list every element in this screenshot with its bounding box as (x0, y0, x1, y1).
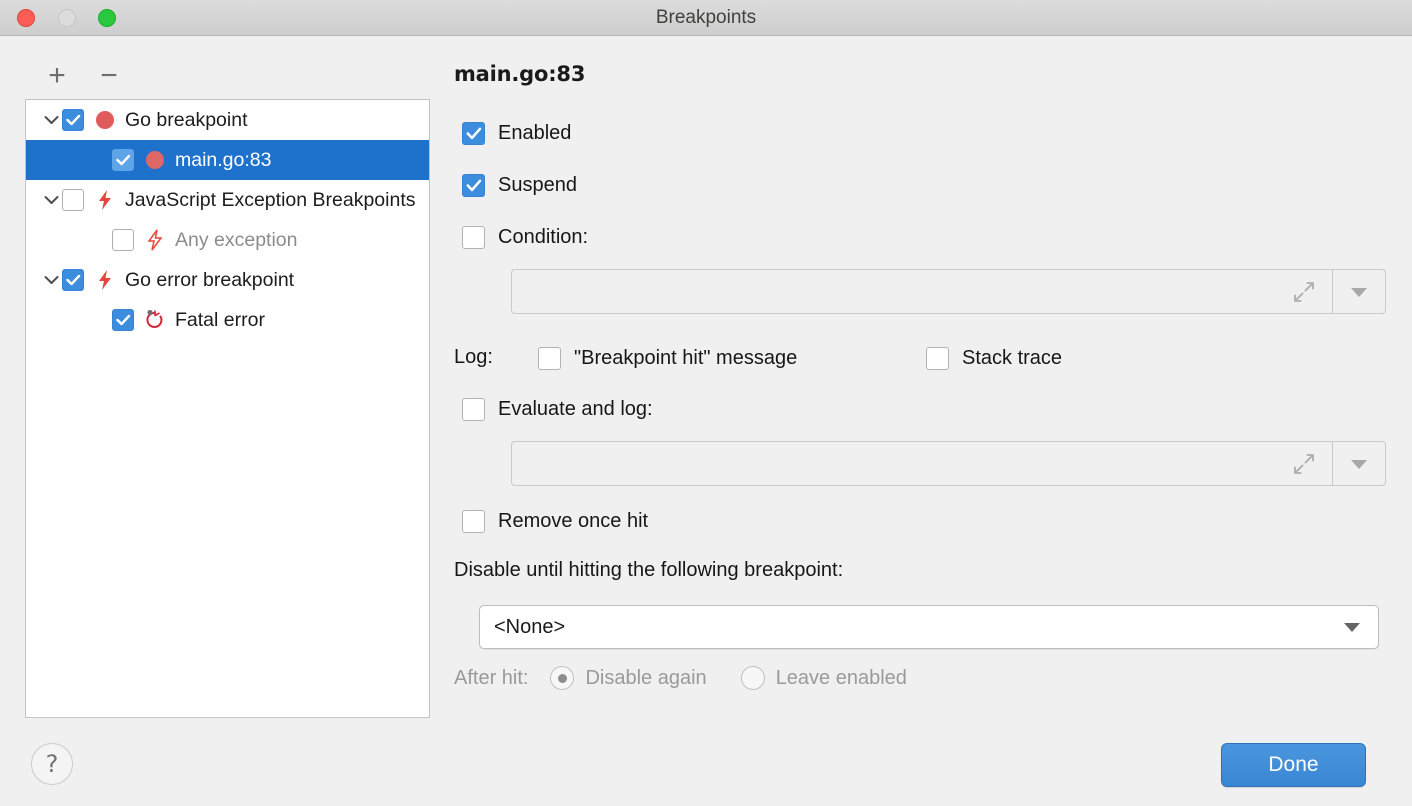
log-message-label: "Breakpoint hit" message (574, 347, 798, 369)
evaluate-field-group[interactable] (511, 441, 1386, 486)
question-mark-icon: ? (45, 750, 59, 778)
stack-trace-checkbox[interactable] (926, 347, 949, 370)
chevron-down-icon[interactable] (40, 115, 62, 125)
tree-item-checkbox[interactable] (112, 309, 134, 331)
evaluate-and-log-label: Evaluate and log: (498, 398, 653, 420)
tree-item-checkbox[interactable] (112, 229, 134, 251)
window-titlebar: Breakpoints (0, 0, 1412, 36)
tree-item-checkbox[interactable] (62, 189, 84, 211)
chevron-down-icon[interactable] (40, 195, 62, 205)
evaluate-and-log-input[interactable] (511, 441, 1276, 486)
minus-icon: − (100, 59, 118, 92)
after-hit-label: After hit: (454, 666, 529, 689)
chevron-down-icon (1351, 459, 1367, 469)
condition-field-group[interactable] (511, 269, 1386, 314)
evaluate-dropdown-button[interactable] (1332, 441, 1386, 486)
after-hit-row: After hit: Disable again Leave enabled (454, 666, 941, 690)
tree-row[interactable]: main.go:83 (26, 140, 429, 180)
radio-button[interactable] (550, 666, 575, 690)
disable-until-label: Disable until hitting the following brea… (454, 559, 844, 581)
restart-error-icon (142, 309, 168, 331)
enabled-checkbox-row[interactable]: Enabled (462, 122, 571, 145)
suspend-label: Suspend (498, 174, 577, 196)
radio-disable-again[interactable]: Disable again (550, 666, 707, 690)
window-title: Breakpoints (655, 7, 757, 28)
stack-trace-checkbox-row[interactable]: Stack trace (926, 347, 1062, 370)
enabled-checkbox[interactable] (462, 122, 485, 145)
tree-row[interactable]: Go error breakpoint (26, 260, 429, 300)
done-button[interactable]: Done (1221, 743, 1366, 787)
expand-diagonal-icon[interactable] (1276, 269, 1332, 314)
log-message-checkbox-row[interactable]: "Breakpoint hit" message (538, 347, 797, 370)
tree-item-checkbox[interactable] (62, 109, 84, 131)
red-dot-icon (92, 111, 118, 129)
radio-leave-enabled[interactable]: Leave enabled (740, 666, 907, 690)
tree-item-label: Go error breakpoint (125, 268, 295, 291)
suspend-checkbox-row[interactable]: Suspend (462, 174, 577, 197)
radio-button[interactable] (740, 666, 765, 690)
remove-once-hit-checkbox[interactable] (462, 510, 485, 533)
disable-until-combobox[interactable]: <None> (479, 605, 1379, 649)
suspend-checkbox[interactable] (462, 174, 485, 197)
expand-diagonal-icon[interactable] (1276, 441, 1332, 486)
condition-checkbox[interactable] (462, 226, 485, 249)
lightning-icon (92, 269, 118, 291)
tree-item-checkbox[interactable] (62, 269, 84, 291)
radio-disable-again-label: Disable again (585, 666, 707, 689)
page-title: main.go:83 (454, 62, 586, 86)
breakpoints-tree[interactable]: Go breakpoint main.go:83 JavaScript Exce… (25, 99, 430, 718)
tree-row[interactable]: JavaScript Exception Breakpoints (26, 180, 429, 220)
tree-row[interactable]: Fatal error (26, 300, 429, 340)
tree-item-label: main.go:83 (175, 148, 272, 171)
condition-dropdown-button[interactable] (1332, 269, 1386, 314)
remove-breakpoint-button[interactable]: − (90, 56, 128, 96)
tree-item-label: JavaScript Exception Breakpoints (125, 188, 416, 211)
red-dot-icon (142, 151, 168, 169)
log-message-checkbox[interactable] (538, 347, 561, 370)
remove-once-hit-label: Remove once hit (498, 510, 649, 532)
chevron-down-icon[interactable] (1326, 621, 1378, 633)
remove-once-hit-checkbox-row[interactable]: Remove once hit (462, 510, 648, 533)
tree-item-label: Fatal error (175, 308, 265, 331)
lightning-outline-icon (142, 229, 168, 251)
radio-leave-enabled-label: Leave enabled (775, 666, 907, 689)
log-label: Log: (454, 346, 493, 368)
add-breakpoint-button[interactable]: + (38, 56, 76, 96)
condition-label: Condition: (498, 226, 589, 248)
done-button-label: Done (1268, 753, 1319, 776)
tree-row[interactable]: Any exception (26, 220, 429, 260)
tree-item-checkbox[interactable] (112, 149, 134, 171)
breakpoints-dialog: Breakpoints + − Go breakpoint main.go:83… (0, 0, 1412, 806)
plus-icon: + (48, 59, 66, 92)
disable-until-value: <None> (494, 615, 566, 638)
tree-toolbar: + − (26, 56, 430, 98)
lightning-icon (92, 189, 118, 211)
breakpoint-detail-pane: main.go:83 Enabled Suspend Condition: Lo… (454, 56, 1389, 716)
chevron-down-icon (1351, 287, 1367, 297)
condition-input[interactable] (511, 269, 1276, 314)
stack-trace-label: Stack trace (962, 347, 1063, 369)
enabled-label: Enabled (498, 122, 572, 144)
tree-item-label: Any exception (175, 228, 298, 251)
tree-item-label: Go breakpoint (125, 108, 248, 131)
chevron-down-icon[interactable] (40, 275, 62, 285)
condition-checkbox-row[interactable]: Condition: (462, 226, 588, 249)
evaluate-and-log-checkbox-row[interactable]: Evaluate and log: (462, 398, 653, 421)
evaluate-and-log-checkbox[interactable] (462, 398, 485, 421)
help-button[interactable]: ? (31, 743, 73, 785)
tree-row[interactable]: Go breakpoint (26, 100, 429, 140)
